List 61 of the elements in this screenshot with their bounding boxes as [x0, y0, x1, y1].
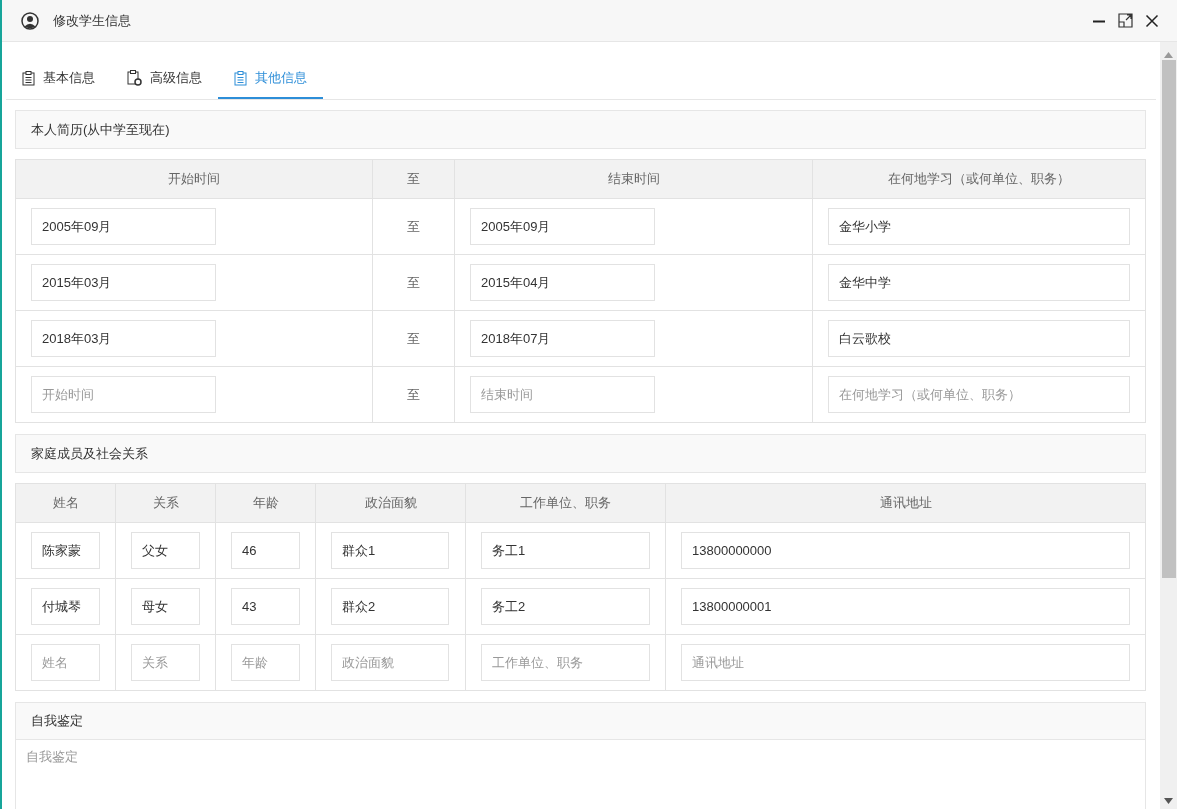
column-header: 工作单位、职务	[465, 483, 666, 523]
column-header: 姓名	[15, 483, 116, 523]
close-icon[interactable]	[1145, 13, 1159, 28]
family-field[interactable]: 通讯地址	[681, 644, 1130, 681]
to-label: 至	[407, 274, 420, 290]
column-header: 通讯地址	[665, 483, 1146, 523]
family-field[interactable]: 工作单位、职务	[481, 644, 650, 681]
to-label: 至	[407, 386, 420, 402]
scroll-down-icon[interactable]	[1164, 798, 1173, 804]
column-header: 关系	[115, 483, 216, 523]
start-time-field[interactable]: 2015年03月	[31, 264, 216, 301]
end-time-field[interactable]: 结束时间	[470, 376, 655, 413]
maximize-icon[interactable]	[1118, 13, 1133, 28]
family-field[interactable]: 务工1	[481, 532, 650, 569]
place-field[interactable]: 在何地学习（或何单位、职务）	[828, 376, 1130, 413]
start-time-field[interactable]: 2005年09月	[31, 208, 216, 245]
clipboard-icon	[234, 70, 247, 86]
family-field[interactable]: 政治面貌	[331, 644, 449, 681]
family-field[interactable]: 关系	[131, 644, 200, 681]
family-field[interactable]: 13800000001	[681, 588, 1130, 625]
column-header: 结束时间	[454, 159, 813, 199]
column-header: 在何地学习（或何单位、职务）	[812, 159, 1146, 199]
to-label: 至	[407, 330, 420, 346]
family-field[interactable]: 群众1	[331, 532, 449, 569]
place-field[interactable]: 金华中学	[828, 264, 1130, 301]
column-header: 年龄	[215, 483, 316, 523]
start-time-field[interactable]: 开始时间	[31, 376, 216, 413]
user-avatar-icon	[21, 11, 39, 30]
section-header: 家庭成员及社会关系	[15, 434, 1146, 473]
end-time-field[interactable]: 2015年04月	[470, 264, 655, 301]
scrollbar[interactable]	[1160, 42, 1177, 809]
family-field[interactable]: 付城琴	[31, 588, 100, 625]
to-label: 至	[407, 218, 420, 234]
family-field[interactable]: 务工2	[481, 588, 650, 625]
column-header: 政治面貌	[315, 483, 466, 523]
clipboard-gear-icon	[127, 70, 142, 86]
section-header: 本人简历(从中学至现在)	[15, 110, 1146, 149]
place-field[interactable]: 金华小学	[828, 208, 1130, 245]
family-field[interactable]: 陈家蒙	[31, 532, 100, 569]
section-header: 自我鉴定	[15, 702, 1146, 740]
place-field[interactable]: 白云歌校	[828, 320, 1130, 357]
scrollbar-thumb[interactable]	[1161, 60, 1176, 578]
column-header: 开始时间	[15, 159, 373, 199]
end-time-field[interactable]: 2018年07月	[470, 320, 655, 357]
family-field[interactable]: 46	[231, 532, 300, 569]
family-field[interactable]: 姓名	[31, 644, 100, 681]
window-title: 修改学生信息	[53, 11, 131, 30]
tab[interactable]: 基本信息	[6, 59, 111, 99]
family-field[interactable]: 13800000000	[681, 532, 1130, 569]
self-evaluation-field[interactable]: 自我鉴定	[15, 740, 1146, 809]
family-field[interactable]: 母女	[131, 588, 200, 625]
family-field[interactable]: 43	[231, 588, 300, 625]
tab[interactable]: 其他信息	[218, 59, 323, 99]
end-time-field[interactable]: 2005年09月	[470, 208, 655, 245]
clipboard-icon	[22, 70, 35, 86]
tab[interactable]: 高级信息	[111, 59, 218, 99]
family-field[interactable]: 年龄	[231, 644, 300, 681]
start-time-field[interactable]: 2018年03月	[31, 320, 216, 357]
column-header: 至	[372, 159, 455, 199]
family-field[interactable]: 父女	[131, 532, 200, 569]
family-field[interactable]: 群众2	[331, 588, 449, 625]
